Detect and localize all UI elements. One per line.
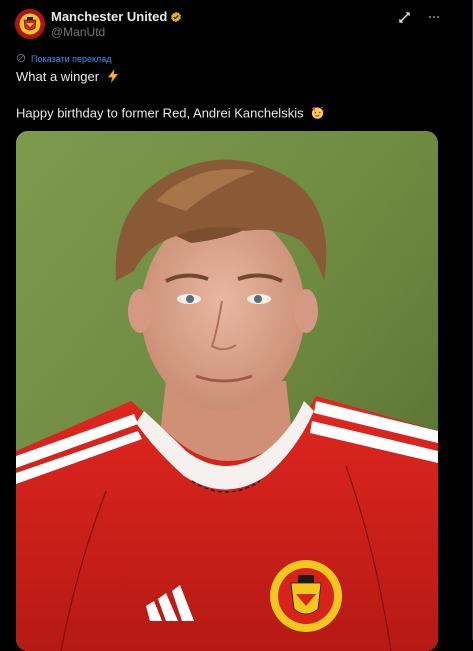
- tweet-text-1: What a winger: [16, 69, 100, 84]
- verified-badge-icon: [170, 11, 182, 23]
- lightning-icon: [106, 68, 120, 86]
- tweet-photo[interactable]: [16, 131, 438, 651]
- avatar[interactable]: [15, 9, 45, 39]
- tweet-actions: [396, 9, 442, 25]
- club-crest-icon: [15, 9, 45, 39]
- grok-icon[interactable]: [396, 9, 412, 25]
- author-name[interactable]: Manchester United: [51, 9, 167, 24]
- party-face-icon: [310, 105, 325, 123]
- tweet-header: Manchester United @ManUtd: [51, 9, 182, 39]
- tweet-card[interactable]: Manchester United @ManUtd Показати перек…: [0, 0, 473, 651]
- tweet-text-line-1: What a winger: [16, 68, 120, 86]
- translate-icon: [16, 53, 26, 65]
- club-crest-badge: [270, 560, 342, 632]
- player-portrait-image: [16, 131, 438, 651]
- show-translation-label: Показати переклад: [31, 54, 112, 64]
- tweet-text-2: Happy birthday to former Red, Andrei Kan…: [16, 105, 304, 121]
- tweet-text-line-2: Happy birthday to former Red, Andrei Kan…: [16, 105, 325, 123]
- show-translation-link[interactable]: Показати переклад: [16, 53, 112, 65]
- author-handle[interactable]: @ManUtd: [51, 25, 182, 39]
- more-icon[interactable]: [426, 9, 442, 25]
